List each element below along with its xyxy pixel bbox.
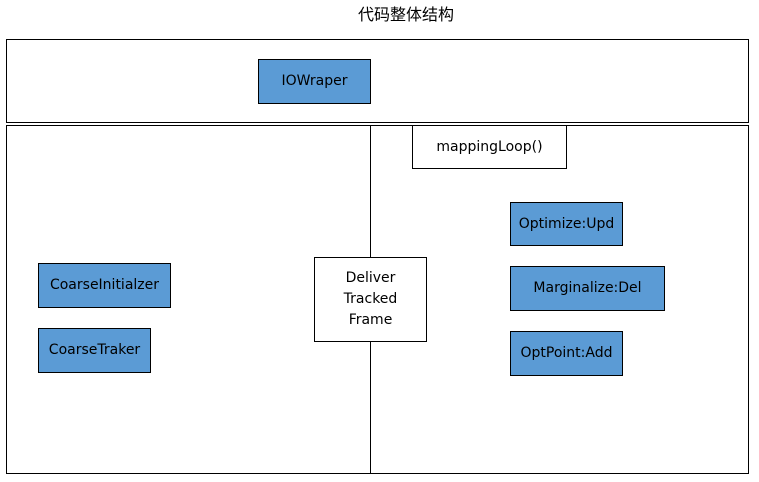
optimize-label: Optimize:Upd [518,215,615,232]
mapping-loop-label: mappingLoop() [436,138,543,155]
marginalize-label: Marginalize:Del [533,280,642,296]
coarse-initializer-label: CoarseInitialzer [49,277,160,293]
diagram-title: 代码整体结构 [357,5,454,24]
coarse-tracker-box: CoarseTraker [38,328,151,373]
optpoint-label: OptPoint:Add [520,345,613,361]
coarse-initializer-box: CoarseInitialzer [38,263,171,308]
coarse-tracker-label: CoarseTraker [48,342,141,358]
deliver-label-line2: Tracked [343,291,398,307]
deliver-label-line3: Frame [348,312,393,328]
deliver-label-line1: Deliver [345,270,396,286]
deliver-tracked-frame-box: Deliver Tracked Frame [314,257,427,342]
top-frame [6,39,749,123]
optimize-box: Optimize:Upd [510,202,623,246]
io-wrapper-label: IOWraper [281,73,348,89]
mapping-loop-box: mappingLoop() [412,125,567,169]
io-wrapper-box: IOWraper [258,59,371,104]
marginalize-box: Marginalize:Del [510,266,665,311]
optpoint-box: OptPoint:Add [510,331,623,376]
